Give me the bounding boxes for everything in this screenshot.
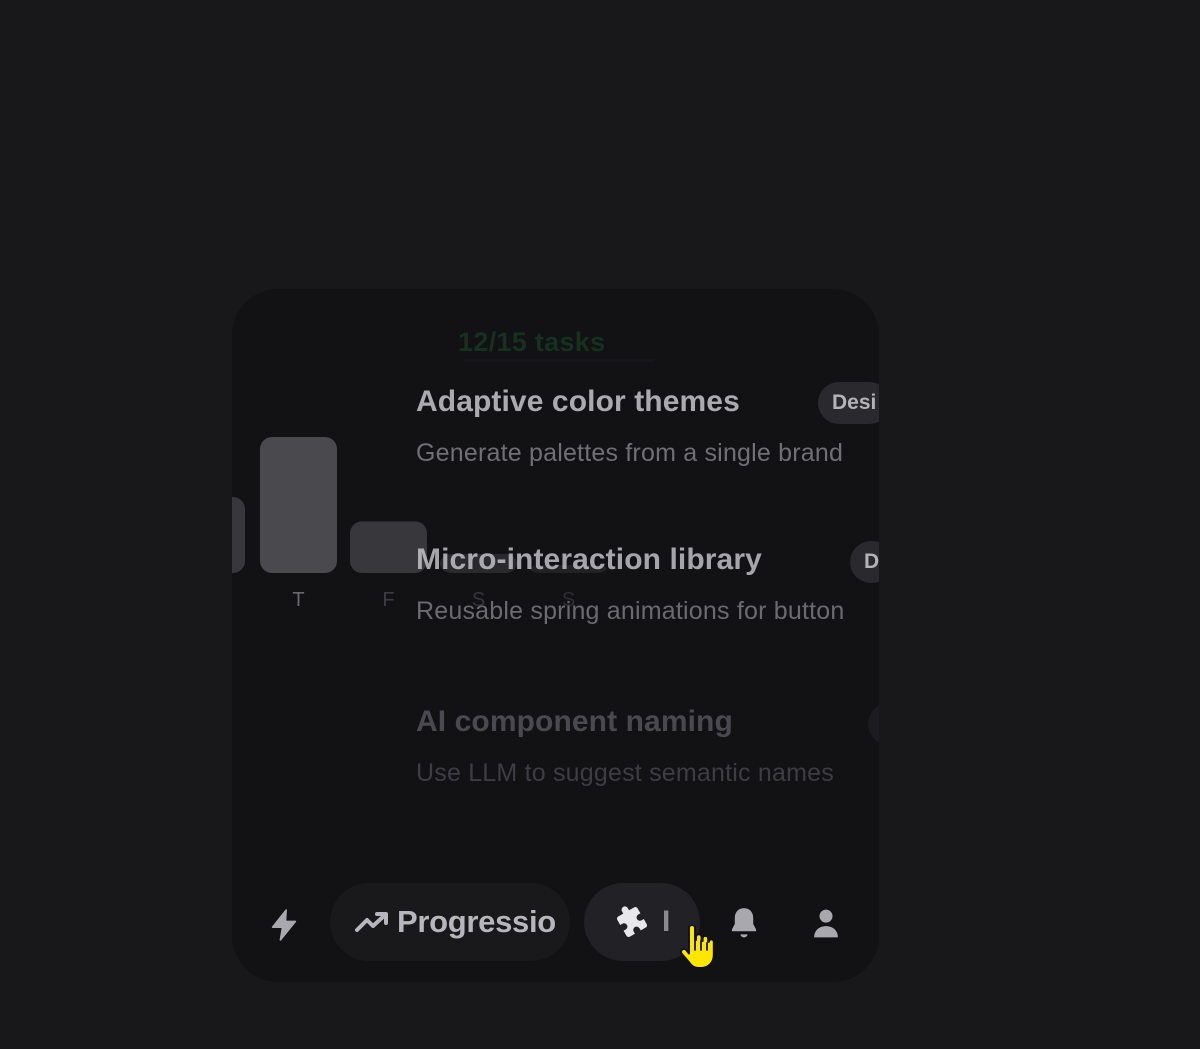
feature-title: AI component naming [416,705,733,738]
tab-progression[interactable]: Progressio [330,883,570,961]
feature-item[interactable]: AI component naming Use LLM to suggest s… [416,705,879,788]
tasks-progress-text: 12/15 tasks [458,327,606,357]
puzzle-icon [616,906,648,938]
feature-title: Adaptive color themes [416,385,740,418]
trending-up-icon [355,912,388,932]
profile-button[interactable] [798,895,854,951]
bolt-icon [271,909,297,941]
tasks-progress-track [464,359,654,362]
feature-tag: Desi [818,382,879,424]
chart-day-label: T [292,589,304,611]
feature-item[interactable]: Adaptive color themes Generate palettes … [416,385,879,468]
feature-title: Micro-interaction library [416,543,762,576]
tab-integrations-label: I [662,905,671,938]
feature-description: Reusable spring animations for button [416,597,845,625]
tab-progression-label: Progressio [397,904,556,939]
quick-actions-button[interactable] [256,897,312,953]
notifications-button[interactable] [716,893,772,953]
feature-item[interactable]: Micro-interaction library Reusable sprin… [416,543,879,626]
app-card: TFSS 12/15 tasks Adaptive color themes G… [232,289,879,982]
feature-description: Generate palettes from a single brand [416,439,844,467]
bottom-navigation: Progressio I [232,879,879,969]
chart-bar-partial [232,497,245,573]
hand-cursor-icon [680,925,714,969]
bell-icon [731,908,757,938]
chart-bar [260,437,337,573]
feature-description: Use LLM to suggest semantic names [416,759,834,787]
user-icon [814,909,838,938]
chart-day-label: F [382,589,394,611]
